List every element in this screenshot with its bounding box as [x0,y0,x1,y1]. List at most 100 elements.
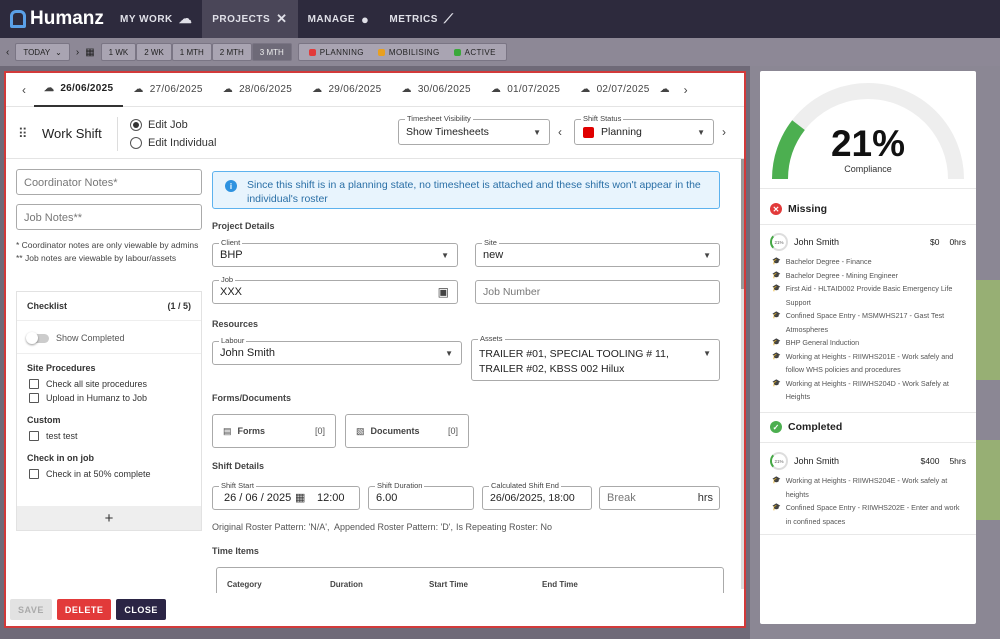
graduation-cap-icon: 🎓 [772,379,781,387]
scroll-thumb[interactable] [741,159,744,289]
labour-select[interactable]: Labour John Smith ▼ [212,336,462,365]
job-number-field[interactable]: Job Number [475,280,720,304]
calendar-icon[interactable]: ▦ [295,491,305,504]
date-tab[interactable]: ☁ 28/06/2025 [213,73,302,107]
checklist-item[interactable]: test test [17,429,201,443]
job-notes-field[interactable]: Job Notes** [16,204,202,230]
assets-select[interactable]: Assets TRAILER #01, SPECIAL TOOLING # 11… [471,334,720,381]
checkbox[interactable] [29,379,39,389]
scrollbar[interactable] [741,159,744,589]
timesheet-visibility-select[interactable]: Timesheet Visibility Show Timesheets ▼ [398,114,550,145]
nav-metrics[interactable]: METRICS ⟋ [379,0,463,38]
save-icon[interactable]: ▣ [438,285,449,299]
chevron-right-icon[interactable]: › [722,125,726,139]
show-completed-toggle[interactable]: Show Completed [17,321,201,354]
job-field[interactable]: Job XXX ▣ [212,275,458,304]
brand-logo[interactable]: Humanz [10,8,110,30]
forms-button[interactable]: ▤ Forms [0] [212,414,336,448]
range-1mth[interactable]: 1 MTH [171,43,212,61]
person-icon: ● [361,11,370,27]
range-1wk[interactable]: 1 WK [100,43,137,61]
date-tab[interactable]: ☁ 26/06/2025 [34,73,124,107]
shift-duration-field[interactable]: Shift Duration 6.00 [368,481,474,510]
requirement-label: Working at Heights - RIIWHS201E - Work s… [785,351,954,375]
completed-person-row[interactable]: 21% John Smith $400 5hrs [770,452,966,470]
range-3mth[interactable]: 3 MTH [251,43,292,61]
chevron-left-icon[interactable]: ‹ [6,47,9,58]
compliance-label: Compliance [844,164,892,174]
field-label: Shift Start [219,481,256,490]
roster-pattern-text: Original Roster Pattern: 'N/A', [212,522,330,532]
radio-empty-icon [130,136,142,149]
requirement-label: Working at Heights - RIIWHS204D - Work S… [785,378,949,402]
today-label: TODAY [23,47,51,57]
nav-label: MY WORK [120,13,173,25]
chart-icon: ⟋ [443,11,454,26]
close-button[interactable]: CLOSE [116,599,166,620]
date-tab[interactable]: ☁ 27/06/2025 [123,73,212,107]
help-text: ** Job notes are viewable by labour/asse… [16,253,177,263]
calendar-icon[interactable]: ▦ [85,47,94,58]
chevron-right-icon[interactable]: › [676,83,696,97]
chevron-right-icon[interactable]: › [76,47,79,58]
site-select[interactable]: Site new ▼ [475,238,720,267]
info-icon: i [225,180,237,192]
save-button[interactable]: SAVE [10,599,52,620]
checklist-item-label: Upload in Humanz to Job [46,393,148,403]
date-tab[interactable]: ☁ 01/07/2025 [481,73,570,107]
date-label: 27/06/2025 [149,84,203,95]
range-2wk[interactable]: 2 WK [136,43,172,61]
button-label: Forms [237,426,266,436]
checkbox[interactable] [29,393,39,403]
coordinator-notes-field[interactable]: Coordinator Notes* [16,169,202,195]
add-checklist-item-button[interactable]: + [17,506,201,530]
field-label: Site [482,238,499,247]
checklist-title: Checklist [27,301,68,311]
checkbox[interactable] [29,431,39,441]
shift-end-field[interactable]: Calculated Shift End 26/06/2025, 18:00 [482,481,592,510]
requirement-label: Confined Space Entry - MSMWHS217 - Gast … [785,311,945,334]
chevron-left-icon[interactable]: ‹ [14,83,34,97]
edit-job-radio[interactable]: Edit Job [130,118,217,131]
date-tab[interactable]: ☁ 30/06/2025 [392,73,481,107]
requirement-item: 🎓 Confined Space Entry - MSMWHS217 - Gast… [772,309,962,336]
nav-my-work[interactable]: MY WORK ☁ [110,0,202,38]
toggle-switch[interactable] [26,331,49,344]
documents-button[interactable]: ▧ Documents [0] [345,414,469,448]
date-label: 26/06/2025 [60,83,114,94]
break-field[interactable]: Break hrs [599,486,720,510]
date-tabs: ‹ ☁ 26/06/2025 ☁ 27/06/2025 ☁ 28/06/2025… [6,73,744,107]
nav-projects[interactable]: PROJECTS ✕ [202,0,298,38]
documents-count: [0] [447,426,458,436]
column-header: Start Time [429,580,468,589]
document-search-icon: ▧ [356,425,365,436]
chevron-left-icon[interactable]: ‹ [558,125,562,139]
missing-person-row[interactable]: 21% John Smith $0 0hrs [770,233,966,251]
legend-mobilising[interactable]: MOBILISING [377,48,440,57]
range-2mth[interactable]: 2 MTH [211,43,252,61]
checklist-item[interactable]: Upload in Humanz to Job [17,391,201,405]
client-select[interactable]: Client BHP ▼ [212,238,458,267]
nav-label: MANAGE [307,13,356,25]
info-text: Since this shift is in a planning state,… [247,179,701,205]
edit-individual-radio[interactable]: Edit Individual [130,136,217,149]
checklist-item-label: Check in at 50% complete [46,469,151,479]
checklist-item[interactable]: Check in at 50% complete [17,467,201,481]
date-tab[interactable]: ☁ 29/06/2025 [302,73,391,107]
checklist-item[interactable]: Check all site procedures [17,377,201,391]
shift-start-field[interactable]: Shift Start 26 / 06 / 2025 ▦ 12:00 [212,481,360,510]
graduation-cap-icon: 🎓 [772,477,781,484]
shift-header: ⠿ Work Shift Edit Job Edit Individual Ti… [6,109,744,159]
today-dropdown[interactable]: TODAY ⌄ [15,43,70,61]
checkbox[interactable] [29,469,39,479]
grid-menu-icon[interactable]: ⠿ [18,126,34,142]
delete-button[interactable]: DELETE [56,599,112,620]
radio-label: Edit Individual [148,136,217,149]
legend-active[interactable]: ACTIVE [453,48,496,57]
placeholder: Coordinator Notes* [24,177,118,189]
mobilising-swatch [377,48,385,56]
shift-status-select[interactable]: Shift Status Planning ▼ [574,114,714,145]
date-tab[interactable]: ☁ 02/07/2025 [570,73,659,107]
nav-manage[interactable]: MANAGE ● [298,0,380,38]
legend-planning[interactable]: PLANNING [308,48,364,57]
